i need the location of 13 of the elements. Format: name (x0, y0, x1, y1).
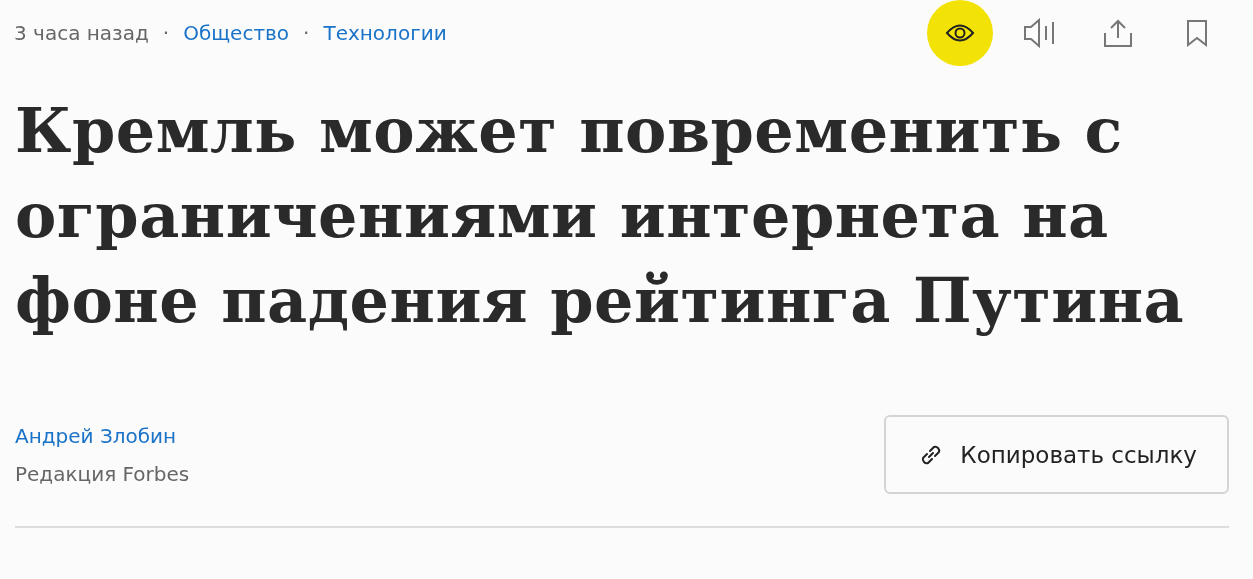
bookmark-icon (1186, 19, 1208, 47)
separator-dot: · (303, 21, 310, 45)
speaker-icon (1022, 18, 1056, 48)
share-icon (1103, 18, 1133, 48)
copy-link-button[interactable]: Копировать ссылку (884, 415, 1229, 494)
eye-icon (945, 22, 975, 44)
author-link[interactable]: Андрей Злобин (15, 423, 190, 448)
publish-time: 3 часа назад (14, 21, 149, 45)
category-link[interactable]: Технологии (323, 21, 447, 45)
separator-dot: · (162, 21, 170, 45)
author-desk: Редакция Forbes (15, 461, 190, 486)
article-headline: Кремль может повременить с ограничениями интернета на фоне падения рейтинга Путина (15, 93, 1186, 339)
category-link[interactable]: Общество (183, 21, 290, 45)
